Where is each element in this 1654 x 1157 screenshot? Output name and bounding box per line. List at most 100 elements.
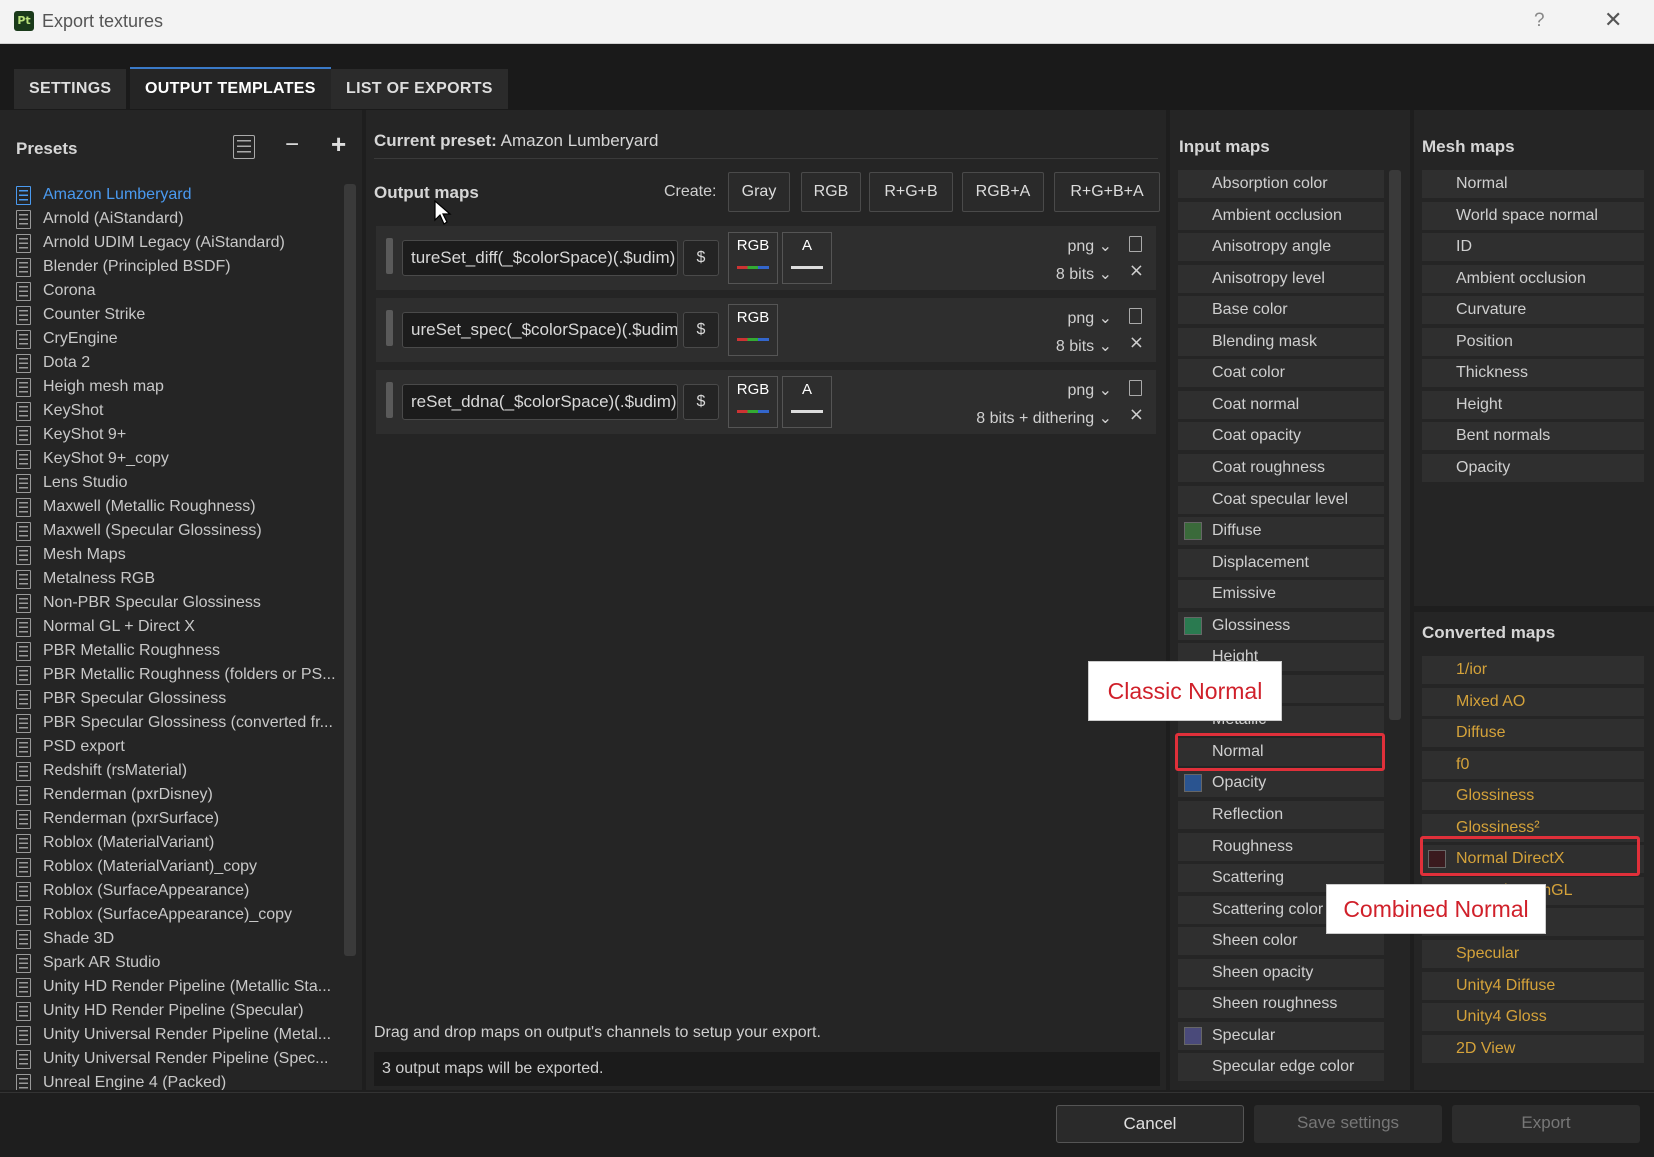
- tab-settings[interactable]: SETTINGS: [14, 69, 127, 109]
- output-name-field[interactable]: tureSet_diff(_$colorSpace)(.$udim): [402, 240, 678, 276]
- input-map-item[interactable]: Emissive: [1178, 580, 1384, 609]
- output-map-row[interactable]: reSet_ddna(_$colorSpace)(.$udim) $ RGB A…: [376, 370, 1156, 434]
- presets-scrollbar[interactable]: [344, 184, 356, 956]
- preset-item[interactable]: PBR Specular Glossiness: [16, 687, 226, 711]
- mesh-map-item[interactable]: Ambient occlusion: [1422, 264, 1644, 293]
- preset-item[interactable]: Unity Universal Render Pipeline (Spec...: [16, 1047, 328, 1071]
- drag-handle-icon[interactable]: [386, 310, 393, 346]
- preset-item[interactable]: Unity HD Render Pipeline (Metallic Sta..…: [16, 975, 331, 999]
- preset-item[interactable]: KeyShot 9+_copy: [16, 447, 169, 471]
- preset-item[interactable]: Renderman (pxrDisney): [16, 783, 213, 807]
- mesh-map-item[interactable]: Thickness: [1422, 359, 1644, 388]
- input-map-item[interactable]: Opacity: [1178, 769, 1384, 798]
- input-map-item[interactable]: Base color: [1178, 296, 1384, 325]
- tab-output-templates[interactable]: OUTPUT TEMPLATES: [130, 67, 331, 109]
- input-map-item[interactable]: Coat color: [1178, 359, 1384, 388]
- input-map-item[interactable]: Anisotropy level: [1178, 264, 1384, 293]
- preset-item[interactable]: Non-PBR Specular Glossiness: [16, 591, 261, 615]
- channel-rgb[interactable]: RGB: [728, 304, 778, 356]
- remove-icon[interactable]: ×: [1129, 404, 1144, 425]
- converted-map-item[interactable]: 1/ior: [1422, 656, 1644, 684]
- bit-depth-select[interactable]: 8 bits + dithering ⌄: [976, 408, 1112, 428]
- input-map-item[interactable]: Reflection: [1178, 801, 1384, 829]
- bit-depth-select[interactable]: 8 bits ⌄: [1056, 264, 1112, 284]
- tab-list-of-exports[interactable]: LIST OF EXPORTS: [331, 69, 508, 109]
- mesh-map-item[interactable]: Opacity: [1422, 453, 1644, 482]
- input-map-item[interactable]: Sheen opacity: [1178, 958, 1384, 987]
- input-map-item[interactable]: Sheen roughness: [1178, 990, 1384, 1019]
- converted-map-item[interactable]: 2D View: [1422, 1034, 1644, 1063]
- mesh-map-item[interactable]: Height: [1422, 390, 1644, 419]
- remove-icon[interactable]: ×: [1129, 332, 1144, 353]
- cancel-button[interactable]: Cancel: [1056, 1105, 1244, 1143]
- input-map-item[interactable]: Absorption color: [1178, 170, 1384, 198]
- output-map-row[interactable]: tureSet_diff(_$colorSpace)(.$udim) $ RGB…: [376, 226, 1156, 290]
- mesh-map-item[interactable]: Bent normals: [1422, 422, 1644, 451]
- preset-item[interactable]: PBR Metallic Roughness (folders or PS...: [16, 663, 336, 687]
- duplicate-preset-icon[interactable]: [233, 135, 255, 159]
- mesh-map-item[interactable]: Position: [1422, 327, 1644, 356]
- preset-item[interactable]: Roblox (SurfaceAppearance)_copy: [16, 903, 292, 927]
- converted-map-item[interactable]: Mixed AO: [1422, 687, 1644, 716]
- output-name-field[interactable]: reSet_ddna(_$colorSpace)(.$udim): [402, 384, 678, 420]
- preset-item[interactable]: Redshift (rsMaterial): [16, 759, 187, 783]
- preset-item[interactable]: KeyShot 9+: [16, 423, 126, 447]
- copy-icon[interactable]: [1129, 308, 1142, 324]
- variable-button[interactable]: $: [683, 312, 719, 348]
- create-rgb-a-button[interactable]: RGB+A: [962, 172, 1044, 212]
- mesh-map-item[interactable]: ID: [1422, 233, 1644, 262]
- channel-rgb[interactable]: RGB: [728, 232, 778, 284]
- input-map-item[interactable]: Diffuse: [1178, 517, 1384, 546]
- mesh-map-item[interactable]: Normal: [1422, 170, 1644, 198]
- preset-item[interactable]: Dota 2: [16, 351, 90, 375]
- output-name-field[interactable]: ureSet_spec(_$colorSpace)(.$udim): [402, 312, 678, 348]
- preset-item[interactable]: PBR Specular Glossiness (converted fr...: [16, 711, 333, 735]
- preset-item[interactable]: Roblox (MaterialVariant): [16, 831, 214, 855]
- converted-map-item[interactable]: Specular: [1422, 939, 1644, 968]
- preset-item[interactable]: Unity Universal Render Pipeline (Metal..…: [16, 1023, 331, 1047]
- remove-preset-icon[interactable]: −: [285, 131, 299, 159]
- create-r-g-b-a-button[interactable]: R+G+B+A: [1054, 172, 1160, 212]
- preset-item[interactable]: Roblox (SurfaceAppearance): [16, 879, 249, 903]
- format-select[interactable]: png ⌄: [1067, 236, 1112, 256]
- preset-item[interactable]: Renderman (pxrSurface): [16, 807, 219, 831]
- format-select[interactable]: png ⌄: [1067, 308, 1112, 328]
- preset-item[interactable]: CryEngine: [16, 327, 118, 351]
- channel-a[interactable]: A: [782, 376, 832, 428]
- mesh-map-item[interactable]: World space normal: [1422, 201, 1644, 230]
- preset-item[interactable]: Unity HD Render Pipeline (Specular): [16, 999, 304, 1023]
- input-map-item[interactable]: Specular: [1178, 1021, 1384, 1050]
- preset-item[interactable]: Metalness RGB: [16, 567, 155, 591]
- converted-map-item[interactable]: Diffuse: [1422, 719, 1644, 748]
- variable-button[interactable]: $: [683, 384, 719, 420]
- preset-item[interactable]: Maxwell (Specular Glossiness): [16, 519, 262, 543]
- copy-icon[interactable]: [1129, 236, 1142, 252]
- preset-item[interactable]: Mesh Maps: [16, 543, 126, 567]
- input-map-item[interactable]: Anisotropy angle: [1178, 233, 1384, 262]
- converted-map-item[interactable]: Unity4 Gloss: [1422, 1003, 1644, 1032]
- input-map-item[interactable]: Coat specular level: [1178, 485, 1384, 514]
- preset-item[interactable]: Arnold (AiStandard): [16, 207, 184, 231]
- preset-item[interactable]: KeyShot: [16, 399, 103, 423]
- preset-item[interactable]: Corona: [16, 279, 95, 303]
- converted-map-item[interactable]: Glossiness: [1422, 782, 1644, 811]
- input-maps-scrollbar[interactable]: [1389, 170, 1401, 720]
- remove-icon[interactable]: ×: [1129, 260, 1144, 281]
- help-button[interactable]: ?: [1534, 10, 1545, 32]
- converted-map-item[interactable]: Unity4 Diffuse: [1422, 971, 1644, 1000]
- input-map-item[interactable]: Coat opacity: [1178, 422, 1384, 451]
- channel-a[interactable]: A: [782, 232, 832, 284]
- drag-handle-icon[interactable]: [386, 238, 393, 274]
- preset-item[interactable]: Heigh mesh map: [16, 375, 164, 399]
- drag-handle-icon[interactable]: [386, 382, 393, 418]
- output-map-row[interactable]: ureSet_spec(_$colorSpace)(.$udim) $ RGB …: [376, 298, 1156, 362]
- preset-item[interactable]: PSD export: [16, 735, 125, 759]
- input-map-item[interactable]: Glossiness: [1178, 611, 1384, 640]
- preset-item[interactable]: PBR Metallic Roughness: [16, 639, 220, 663]
- input-map-item[interactable]: Blending mask: [1178, 327, 1384, 356]
- converted-map-item[interactable]: f0: [1422, 750, 1644, 779]
- preset-item[interactable]: Arnold UDIM Legacy (AiStandard): [16, 231, 285, 255]
- create-gray-button[interactable]: Gray: [728, 172, 790, 212]
- preset-item[interactable]: Normal GL + Direct X: [16, 615, 195, 639]
- export-button[interactable]: Export: [1452, 1105, 1640, 1143]
